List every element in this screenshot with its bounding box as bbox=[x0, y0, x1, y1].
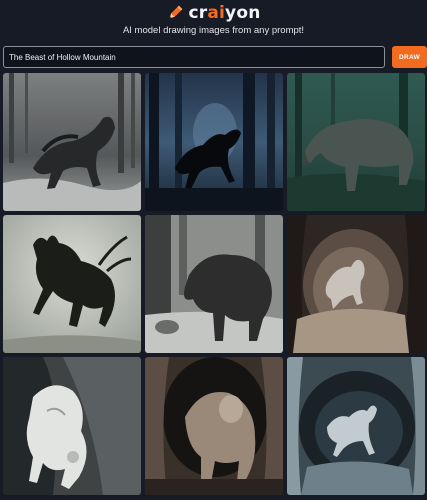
image-grid bbox=[3, 73, 425, 497]
brand-name-accent: ai bbox=[207, 3, 226, 23]
generated-image-2[interactable] bbox=[145, 73, 283, 211]
tagline: AI model drawing images from any prompt! bbox=[122, 25, 305, 36]
image-6-artwork bbox=[287, 215, 425, 353]
prompt-bar: DRAW bbox=[3, 46, 427, 68]
image-5-artwork bbox=[145, 215, 283, 353]
generated-image-5[interactable] bbox=[145, 215, 283, 353]
prompt-input[interactable] bbox=[3, 46, 385, 68]
brand-name-prefix: cr bbox=[188, 3, 208, 23]
generated-image-8[interactable] bbox=[145, 357, 283, 495]
image-4-artwork bbox=[3, 215, 141, 353]
brand-name-suffix: yon bbox=[225, 3, 261, 23]
image-9-artwork bbox=[287, 357, 425, 495]
generated-image-9[interactable] bbox=[287, 357, 425, 495]
brand-name: craiyon bbox=[188, 3, 260, 23]
image-3-artwork bbox=[287, 73, 425, 211]
image-7-artwork bbox=[3, 357, 141, 495]
generated-image-4[interactable] bbox=[3, 215, 141, 353]
image-2-artwork bbox=[145, 73, 283, 211]
generated-image-1[interactable] bbox=[3, 73, 141, 211]
pencil-icon bbox=[166, 4, 184, 22]
draw-button[interactable]: DRAW bbox=[392, 46, 427, 68]
generated-image-3[interactable] bbox=[287, 73, 425, 211]
generated-image-6[interactable] bbox=[287, 215, 425, 353]
logo[interactable]: craiyon bbox=[0, 3, 427, 23]
image-8-artwork bbox=[145, 357, 283, 495]
image-1-artwork bbox=[3, 73, 141, 211]
header: craiyon AI model drawing images from any… bbox=[0, 0, 427, 44]
generated-image-7[interactable] bbox=[3, 357, 141, 495]
